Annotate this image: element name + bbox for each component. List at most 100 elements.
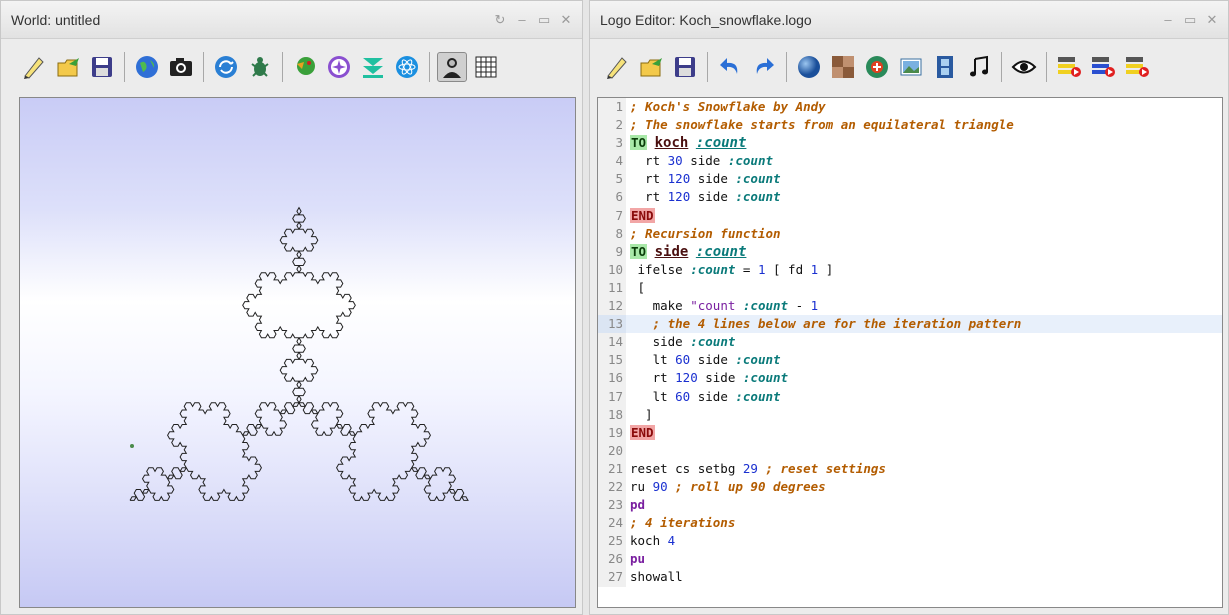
code-text: ; Koch's Snowflake by Andy — [626, 98, 826, 116]
code-token: 90 — [652, 478, 668, 494]
line-number: 4 — [598, 152, 626, 171]
grid-icon[interactable] — [471, 52, 501, 82]
code-line[interactable]: 7 END — [598, 206, 1222, 225]
code-text: TO koch :count — [626, 134, 746, 152]
compass-icon[interactable] — [324, 52, 354, 82]
camera-icon[interactable] — [166, 52, 196, 82]
open-icon[interactable] — [636, 52, 666, 82]
code-token: :count — [742, 298, 789, 314]
minimize-icon[interactable]: – — [516, 12, 528, 28]
code-line[interactable]: 22 ru 90 ; roll up 90 degrees — [598, 477, 1222, 497]
code-token: :count — [690, 334, 736, 350]
code-line[interactable]: 18 ] — [598, 405, 1222, 424]
code-token: reset cs setbg — [630, 460, 743, 476]
code-line[interactable]: 4 rt 30 side :count — [598, 152, 1222, 171]
code-token: rt — [630, 189, 668, 205]
toolbar-separator — [1046, 52, 1047, 82]
code-token: ] — [818, 261, 834, 277]
line-number: 24 — [598, 514, 626, 533]
code-token: :count — [727, 153, 774, 169]
code-token: pd — [630, 497, 646, 513]
refresh-icon[interactable] — [211, 52, 241, 82]
eye-icon[interactable] — [1009, 52, 1039, 82]
download-icon[interactable] — [358, 52, 388, 82]
code-text: rt 120 side :count — [626, 369, 788, 387]
film-icon[interactable] — [930, 52, 960, 82]
code-line[interactable]: 8; Recursion function — [598, 224, 1222, 243]
maximize-icon[interactable]: ▭ — [538, 12, 550, 28]
world-window-controls: ↻ – ▭ ✕ — [494, 12, 572, 28]
redo-icon[interactable] — [749, 52, 779, 82]
undo-icon[interactable] — [715, 52, 745, 82]
code-token: 120 — [667, 171, 691, 187]
code-text: rt 30 side :count — [626, 152, 773, 170]
code-line[interactable]: 17 lt 60 side :count — [598, 387, 1222, 406]
code-token: :count — [742, 370, 789, 386]
code-line[interactable]: 14 side :count — [598, 333, 1222, 352]
run-selection-icon[interactable] — [1122, 52, 1152, 82]
refresh-window-icon[interactable]: ↻ — [494, 12, 506, 28]
code-line[interactable]: 6 rt 120 side :count — [598, 188, 1222, 207]
close-icon[interactable]: ✕ — [1206, 12, 1218, 28]
run-all-icon[interactable] — [1088, 52, 1118, 82]
code-token: = — [735, 261, 758, 277]
toolbar-separator — [1001, 52, 1002, 82]
code-token: side — [682, 153, 728, 169]
maximize-icon[interactable]: ▭ — [1184, 12, 1196, 28]
sphere-icon[interactable] — [794, 52, 824, 82]
code-line[interactable]: 24; 4 iterations — [598, 514, 1222, 533]
toolbar-separator — [203, 52, 204, 82]
new-icon[interactable] — [19, 52, 49, 82]
code-line[interactable]: 10 ifelse :count = 1 [ fd 1 ] — [598, 260, 1222, 279]
globe-icon[interactable] — [132, 52, 162, 82]
add-object-icon[interactable] — [862, 52, 892, 82]
code-line[interactable]: 2; The snowflake starts from an equilate… — [598, 116, 1222, 135]
avatar-icon[interactable] — [437, 52, 467, 82]
open-icon[interactable] — [53, 52, 83, 82]
save-icon[interactable] — [87, 52, 117, 82]
code-line[interactable]: 13 ; the 4 lines below are for the itera… — [598, 315, 1222, 334]
code-token: lt — [630, 352, 676, 368]
world-toolbar — [1, 39, 582, 95]
code-line[interactable]: 9 TO side :count — [598, 242, 1222, 261]
world-canvas[interactable] — [19, 97, 576, 608]
turtle-icon[interactable] — [245, 52, 275, 82]
save-icon[interactable] — [670, 52, 700, 82]
code-editor[interactable]: 1 ; Koch's Snowflake by Andy 2; The snowfl… — [597, 97, 1223, 608]
code-line[interactable]: 11 [ — [598, 278, 1222, 298]
code-text: lt 60 side :count — [626, 388, 781, 406]
code-line[interactable]: 23 pd — [598, 496, 1222, 515]
code-line[interactable]: 12 make "count :count - 1 — [598, 297, 1222, 316]
run-icon[interactable] — [1054, 52, 1084, 82]
editor-panel: Logo Editor: Koch_snowflake.logo – ▭ ✕ 1… — [589, 0, 1229, 615]
code-line[interactable]: 26 pu — [598, 550, 1222, 569]
line-number: 27 — [598, 568, 626, 587]
editor-title: Logo Editor: Koch_snowflake.logo — [600, 11, 812, 28]
texture-icon[interactable] — [828, 52, 858, 82]
toolbar-separator — [124, 52, 125, 82]
code-line[interactable]: 1 ; Koch's Snowflake by Andy — [598, 98, 1222, 117]
code-line[interactable]: 15 lt 60 side :count — [598, 351, 1222, 370]
new-icon[interactable] — [602, 52, 632, 82]
code-token: END — [630, 207, 655, 223]
music-icon[interactable] — [964, 52, 994, 82]
code-line[interactable]: 3 TO koch :count — [598, 134, 1222, 153]
code-line[interactable]: 19 END — [598, 423, 1222, 442]
parrot-icon[interactable] — [290, 52, 320, 82]
close-icon[interactable]: ✕ — [560, 12, 572, 28]
koch-snowflake-path — [129, 206, 469, 501]
code-line[interactable]: 27 showall — [598, 568, 1222, 587]
code-line[interactable]: 21 reset cs setbg 29 ; reset settings — [598, 459, 1222, 478]
code-token: make — [630, 298, 691, 314]
code-line[interactable]: 16 rt 120 side :count — [598, 369, 1222, 388]
code-text: ifelse :count = 1 [ fd 1 ] — [626, 261, 834, 279]
atom-icon[interactable] — [392, 52, 422, 82]
code-line[interactable]: 20 — [598, 441, 1222, 460]
code-line[interactable]: 25 koch 4 — [598, 532, 1222, 551]
minimize-icon[interactable]: – — [1162, 12, 1174, 28]
turtle-marker — [130, 444, 134, 448]
code-line[interactable]: 5 rt 120 side :count — [598, 170, 1222, 189]
image-icon[interactable] — [896, 52, 926, 82]
